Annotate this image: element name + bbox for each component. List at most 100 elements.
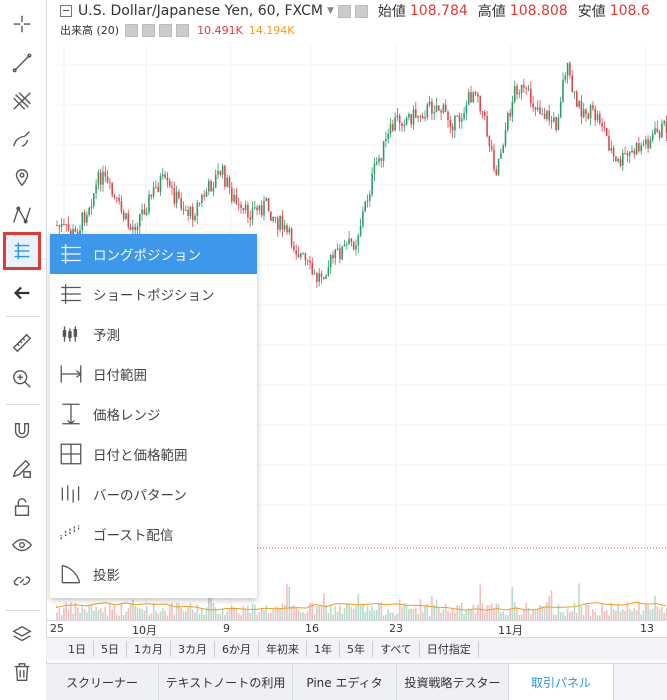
candle-body xyxy=(249,217,251,220)
zoom-in-icon[interactable] xyxy=(7,364,37,394)
volume-bar xyxy=(288,586,291,620)
volume-bar xyxy=(401,606,403,620)
volume-bar xyxy=(488,605,491,620)
menu-item-short-position[interactable]: ショートポジション xyxy=(50,274,257,314)
candle-body xyxy=(382,141,385,161)
layers-icon[interactable] xyxy=(7,620,37,650)
menu-item-long-position[interactable]: ロングポジション xyxy=(50,234,257,274)
candle-body xyxy=(313,273,316,275)
candle-body xyxy=(444,104,447,112)
timeframe-5d[interactable]: 5日 xyxy=(94,641,127,657)
prediction-measurement-tool-icon[interactable] xyxy=(3,232,41,270)
forecast-icon xyxy=(62,326,78,342)
volume-bar xyxy=(295,607,297,620)
time-axis[interactable]: 25 10月 9 16 23 11月 13 xyxy=(46,620,667,637)
timeframe-1d[interactable]: 1日 xyxy=(46,641,94,657)
crosshair-icon[interactable] xyxy=(7,9,37,39)
link-icon[interactable] xyxy=(7,566,37,596)
candle-body xyxy=(352,241,355,250)
volume-bar xyxy=(97,609,100,620)
timeframe-all[interactable]: すべて xyxy=(373,641,420,657)
candle-body xyxy=(88,207,90,215)
trend-line-icon[interactable] xyxy=(7,48,37,78)
lock-drawing-pencil-icon[interactable] xyxy=(7,454,37,484)
candle-body xyxy=(350,238,353,242)
close-small-icon[interactable] xyxy=(176,23,190,37)
candle-body xyxy=(440,110,442,113)
eye-icon[interactable] xyxy=(7,530,37,560)
eye-small-icon[interactable] xyxy=(337,4,351,18)
candle-body xyxy=(539,107,541,114)
tab-trading-panel[interactable]: 取引パネル xyxy=(509,664,614,700)
volume-bar xyxy=(76,607,79,620)
unlock-icon[interactable] xyxy=(7,492,37,522)
menu-item-date-range[interactable]: 日付範囲 xyxy=(50,354,257,394)
tab-screener[interactable]: スクリーナー xyxy=(46,664,159,700)
collapse-icon[interactable] xyxy=(60,5,72,17)
candle-body xyxy=(387,133,389,139)
volume-bar xyxy=(663,612,665,620)
timeframe-ytd[interactable]: 年初来 xyxy=(259,641,307,657)
candle-body xyxy=(474,92,477,94)
timeframe-6m[interactable]: 6か月 xyxy=(215,641,259,657)
tab-text-notes[interactable]: テキストノートの利用 xyxy=(159,664,293,700)
candle-body xyxy=(417,115,419,118)
timeframe-3m[interactable]: 3カ月 xyxy=(171,641,215,657)
candle-body xyxy=(624,152,626,154)
volume-label[interactable]: 出来高 (20) xyxy=(60,22,119,38)
ruler-icon[interactable] xyxy=(7,328,37,358)
marker-pin-icon[interactable] xyxy=(7,162,37,192)
volume-bar xyxy=(99,607,102,620)
candle-body xyxy=(203,195,205,197)
pitchfork-icon[interactable] xyxy=(7,86,37,116)
chevron-down-icon[interactable]: ▼ xyxy=(327,6,334,16)
candle-body xyxy=(463,113,465,119)
volume-bar xyxy=(283,604,286,620)
menu-item-price-range[interactable]: 価格レンジ xyxy=(50,394,257,434)
symbol-title[interactable]: U.S. Dollar/Japanese Yen, 60, FXCM xyxy=(78,3,323,19)
candle-body xyxy=(433,112,435,114)
volume-bar xyxy=(571,611,573,620)
volume-value-1: 10.491K xyxy=(197,23,243,37)
menu-item-bars-pattern[interactable]: バーのパターン xyxy=(50,474,257,514)
settings-small-icon[interactable] xyxy=(354,4,368,18)
volume-bar xyxy=(449,612,452,620)
timeframe-1m[interactable]: 1カ月 xyxy=(127,641,171,657)
volume-bar xyxy=(120,602,123,620)
brush-icon[interactable] xyxy=(7,124,37,154)
candle-body xyxy=(502,145,504,153)
timeframe-1y[interactable]: 1年 xyxy=(307,641,340,657)
pattern-icon[interactable] xyxy=(7,200,37,230)
volume-bar xyxy=(412,608,415,620)
settings-small-icon[interactable] xyxy=(142,23,156,37)
candle-body xyxy=(647,139,649,149)
menu-item-ghost-feed[interactable]: ゴースト配信 xyxy=(50,514,257,554)
time-axis-label: 23 xyxy=(389,622,403,635)
volume-bar xyxy=(658,608,661,620)
volume-bar xyxy=(603,611,606,620)
menu-item-forecast[interactable]: 予測 xyxy=(50,314,257,354)
timeframe-5y[interactable]: 5年 xyxy=(340,641,373,657)
volume-bar xyxy=(610,602,613,620)
tab-pine-editor[interactable]: Pine エディタ xyxy=(293,664,397,700)
candle-body xyxy=(389,124,392,134)
tab-strategy-tester[interactable]: 投資戦略テスター xyxy=(397,664,509,700)
volume-bar xyxy=(104,606,107,620)
menu-item-projection[interactable]: 投影 xyxy=(50,554,257,594)
volume-bar xyxy=(615,610,617,620)
candle-body xyxy=(516,86,518,95)
volume-bar xyxy=(323,593,325,620)
eye-small-icon[interactable] xyxy=(125,23,139,37)
magnet-icon[interactable] xyxy=(7,416,37,446)
hide-toolbar-arrow-icon[interactable] xyxy=(7,278,37,308)
volume-bar xyxy=(180,607,182,620)
trash-icon[interactable] xyxy=(7,657,37,687)
volume-bar xyxy=(576,613,578,620)
menu-item-date-price-range[interactable]: 日付と価格範囲 xyxy=(50,434,257,474)
candle-body xyxy=(267,198,270,212)
add-small-icon[interactable] xyxy=(159,23,173,37)
volume-bar xyxy=(152,603,155,620)
timeframe-custom-date[interactable]: 日付指定 xyxy=(420,641,479,657)
volume-bar xyxy=(316,606,318,620)
volume-bar xyxy=(134,606,136,620)
